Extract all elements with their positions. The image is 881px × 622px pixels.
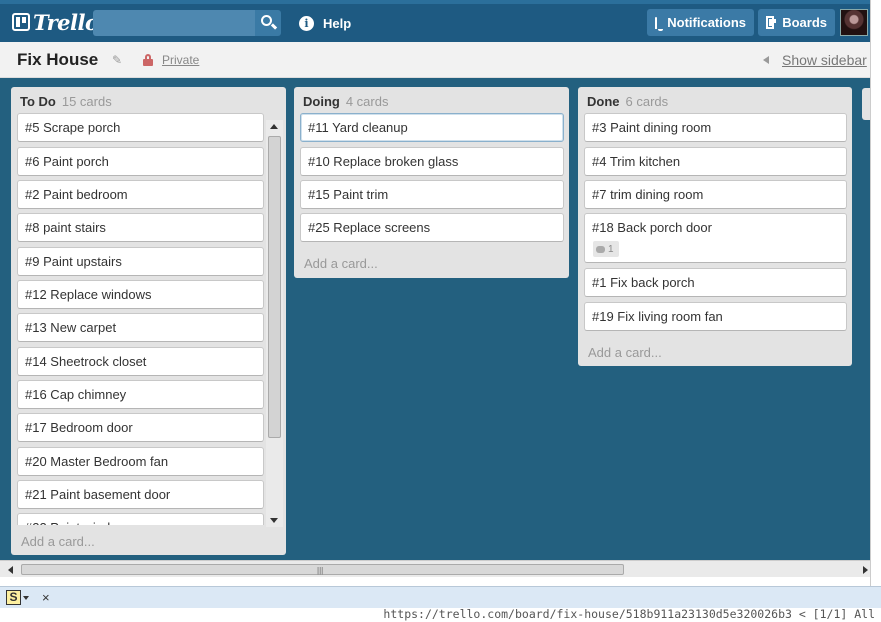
board-header: Fix House ✎ Private Show sidebar — [0, 42, 870, 78]
card[interactable]: #9 Paint upstairs — [17, 247, 264, 276]
list-done: Done 6 cards #3 Paint dining room #4 Trim… — [578, 87, 852, 366]
header-top-strip — [0, 0, 870, 4]
card[interactable]: #14 Sheetrock closet — [17, 347, 264, 376]
card[interactable]: #2 Paint bedroom — [17, 180, 264, 209]
board-horizontal-scrollbar[interactable]: ||| — [0, 560, 870, 577]
card[interactable]: #18 Back porch door 1 — [584, 213, 847, 263]
boards-label: Boards — [782, 15, 827, 30]
boards-button[interactable]: Boards — [758, 9, 835, 36]
avatar[interactable] — [840, 9, 868, 36]
list-name: Doing — [303, 94, 340, 109]
add-card-link[interactable]: Add a card... — [304, 256, 378, 271]
card[interactable]: #6 Paint porch — [17, 147, 264, 176]
list-cards-viewport: #5 Scrape porch #6 Paint porch #2 Paint … — [11, 87, 277, 525]
notifications-button[interactable]: Notifications — [647, 9, 754, 36]
trello-logo-icon — [12, 13, 30, 31]
scroll-right-arrow-icon[interactable] — [863, 566, 868, 574]
card[interactable]: #12 Replace windows — [17, 280, 264, 309]
list-header[interactable]: Done 6 cards — [587, 94, 668, 109]
card[interactable]: #7 trim dining room — [584, 180, 847, 209]
list-doing: Doing 4 cards #11 Yard cleanup #10 Replac… — [294, 87, 569, 278]
card[interactable]: #3 Paint dining room — [584, 113, 847, 142]
card[interactable]: #19 Fix living room fan — [584, 302, 847, 331]
search-button[interactable] — [255, 10, 281, 36]
window-edge — [870, 0, 881, 608]
notifications-label: Notifications — [667, 15, 746, 30]
bell-icon — [655, 16, 665, 31]
list-name: Done — [587, 94, 620, 109]
card[interactable]: #25 Replace screens — [300, 213, 564, 242]
logo-text: Trello — [33, 9, 99, 35]
card[interactable]: #15 Paint trim — [300, 180, 564, 209]
top-header: Trello i Help Notifications Boards — [0, 0, 870, 42]
list-scrollbar[interactable] — [266, 120, 283, 527]
scroll-down-arrow-icon[interactable] — [270, 518, 278, 523]
status-url: https://trello.com/board/fix-house/518b9… — [383, 607, 875, 621]
list-scroll-thumb[interactable] — [268, 136, 281, 438]
close-icon[interactable]: × — [42, 590, 50, 605]
addon-s-icon[interactable]: S — [6, 590, 21, 605]
card[interactable]: #4 Trim kitchen — [584, 147, 847, 176]
lock-icon — [143, 54, 153, 66]
info-icon: i — [299, 15, 314, 31]
trello-logo[interactable]: Trello — [12, 9, 99, 35]
card[interactable]: #10 Replace broken glass — [300, 147, 564, 176]
card[interactable]: #22 Paint windows — [17, 513, 264, 525]
add-card-link[interactable]: Add a card... — [21, 534, 95, 549]
card[interactable]: #16 Cap chimney — [17, 380, 264, 409]
list-card-count: 4 cards — [345, 94, 389, 109]
boards-icon — [766, 16, 777, 29]
card-title: #18 Back porch door — [592, 220, 712, 235]
addon-bar: S × — [0, 586, 881, 608]
card[interactable]: #21 Paint basement door — [17, 480, 264, 509]
search-input[interactable] — [93, 10, 255, 36]
add-card-link[interactable]: Add a card... — [588, 345, 662, 360]
card[interactable]: #17 Bedroom door — [17, 413, 264, 442]
board-title[interactable]: Fix House — [17, 50, 98, 70]
list-card-count: 6 cards — [625, 94, 669, 109]
card[interactable]: #20 Master Bedroom fan — [17, 447, 264, 476]
comment-count: 1 — [608, 243, 614, 255]
show-sidebar-link[interactable]: Show sidebar — [782, 52, 867, 68]
pencil-icon[interactable]: ✎ — [112, 53, 125, 67]
visibility-link[interactable]: Private — [162, 53, 199, 67]
help-button[interactable]: i Help — [294, 10, 356, 36]
card[interactable]: #8 paint stairs — [17, 213, 264, 242]
card[interactable]: #11 Yard cleanup — [300, 113, 564, 142]
caret-left-icon — [763, 56, 769, 64]
add-list-partial[interactable] — [862, 88, 870, 120]
card[interactable]: #13 New carpet — [17, 313, 264, 342]
help-label: Help — [323, 15, 352, 31]
comment-badge: 1 — [593, 241, 619, 257]
card[interactable]: #1 Fix back porch — [584, 268, 847, 297]
list-todo: To Do 15 cards #5 Scrape porch #6 Paint p… — [11, 87, 286, 555]
comment-icon — [596, 245, 605, 253]
chevron-down-icon[interactable] — [23, 596, 29, 600]
list-header[interactable]: Doing 4 cards — [303, 94, 388, 109]
scroll-left-arrow-icon[interactable] — [8, 566, 13, 574]
card[interactable]: #5 Scrape porch — [17, 113, 264, 142]
scroll-up-arrow-icon[interactable] — [270, 124, 278, 129]
horizontal-scroll-thumb[interactable]: ||| — [21, 564, 624, 575]
